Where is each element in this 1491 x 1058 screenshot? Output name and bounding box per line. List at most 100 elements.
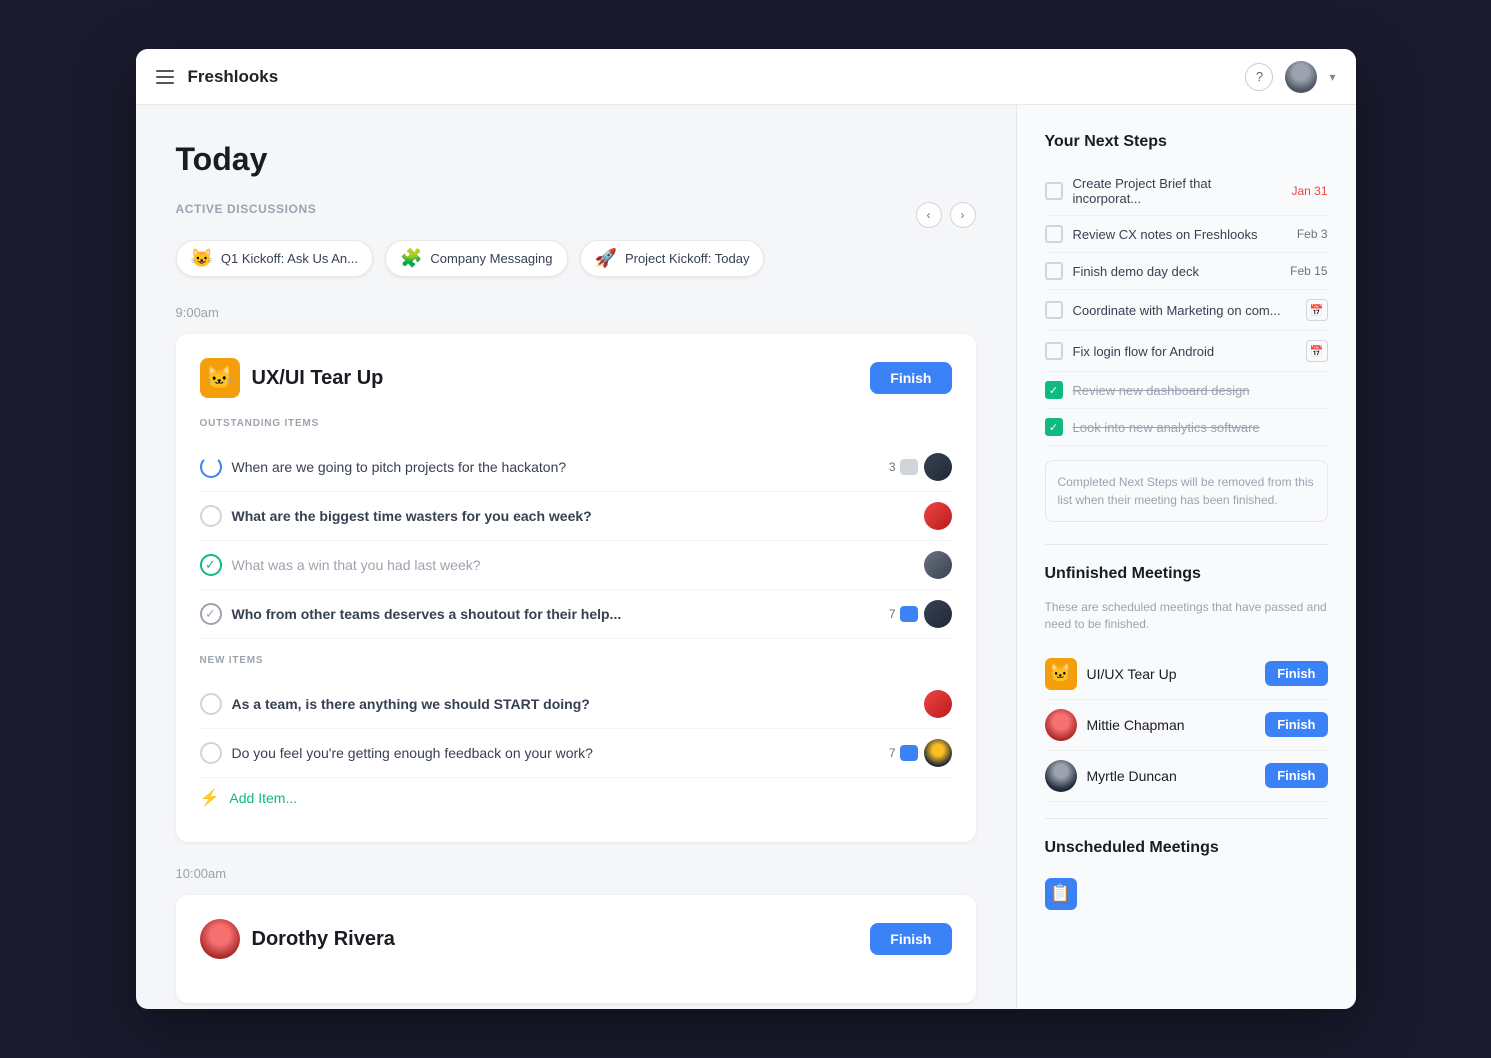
add-item-label: Add Item...: [229, 790, 297, 806]
unfinished-name-1: UI/UX Tear Up: [1087, 666, 1256, 682]
next-step-date-2: Feb 3: [1297, 227, 1328, 241]
next-step-5: Fix login flow for Android 📅: [1045, 331, 1328, 372]
item-check-3[interactable]: ✓: [200, 554, 222, 576]
next-step-check-3[interactable]: [1045, 262, 1063, 280]
comment-count-4: 7: [889, 606, 918, 622]
nav-next[interactable]: ›: [950, 202, 976, 228]
add-item-icon: ⚡: [200, 788, 220, 808]
next-step-6: ✓ Review new dashboard design: [1045, 372, 1328, 409]
unfinished-item-2: Mittie Chapman Finish: [1045, 700, 1328, 751]
discussion-title-3: Project Kickoff: Today: [625, 251, 750, 266]
next-step-check-7[interactable]: ✓: [1045, 418, 1063, 436]
next-step-date-1: Jan 31: [1291, 184, 1327, 198]
agenda-item-1: When are we going to pitch projects for …: [200, 443, 952, 492]
meeting-card-2: Dorothy Rivera Finish: [176, 895, 976, 1003]
agenda-item-6: Do you feel you're getting enough feedba…: [200, 729, 952, 778]
item-check-4[interactable]: ✓: [200, 603, 222, 625]
header: Freshlooks ? ▾: [136, 49, 1356, 105]
add-item-row[interactable]: ⚡ Add Item...: [200, 778, 952, 818]
unfinished-name-2: Mittie Chapman: [1087, 717, 1256, 733]
app-logo: Freshlooks: [188, 67, 1246, 87]
comment-count-1: 3: [889, 459, 918, 475]
agenda-item-3: ✓ What was a win that you had last week?: [200, 541, 952, 590]
completed-note: Completed Next Steps will be removed fro…: [1045, 460, 1328, 522]
comment-bubble-1: [900, 459, 918, 475]
next-step-1: Create Project Brief that incorporat... …: [1045, 167, 1328, 216]
finish-button-2[interactable]: Finish: [870, 923, 951, 955]
meeting-name-2: Dorothy Rivera: [252, 928, 395, 951]
meeting-title-area-2: Dorothy Rivera: [200, 919, 395, 959]
item-meta-4: 7: [889, 600, 952, 628]
agenda-item-4: ✓ Who from other teams deserves a shouto…: [200, 590, 952, 639]
item-check-1[interactable]: [200, 456, 222, 478]
discussion-emoji-3: 🚀: [595, 248, 617, 269]
unfinished-finish-1[interactable]: Finish: [1265, 661, 1327, 686]
meeting-title-area-1: 🐱 UX/UI Tear Up: [200, 358, 384, 398]
next-step-check-2[interactable]: [1045, 225, 1063, 243]
meeting-card-1: 🐱 UX/UI Tear Up Finish OUTSTANDING ITEMS…: [176, 334, 976, 842]
next-step-check-4[interactable]: [1045, 301, 1063, 319]
time-label-9am: 9:00am: [176, 305, 976, 320]
unscheduled-title: Unscheduled Meetings: [1045, 839, 1328, 857]
menu-icon[interactable]: [156, 70, 174, 84]
time-label-10am: 10:00am: [176, 866, 976, 881]
unfinished-finish-2[interactable]: Finish: [1265, 712, 1327, 737]
discussion-emoji-1: 😺: [191, 248, 213, 269]
item-check-2[interactable]: [200, 505, 222, 527]
item-avatar-1: [924, 453, 952, 481]
discussion-chip-2[interactable]: 🧩 Company Messaging: [385, 240, 568, 277]
next-step-2: Review CX notes on Freshlooks Feb 3: [1045, 216, 1328, 253]
item-meta-6: 7: [889, 739, 952, 767]
comment-bubble-4: [900, 606, 918, 622]
item-avatar-4: [924, 600, 952, 628]
item-meta-2: [924, 502, 952, 530]
discussion-title-1: Q1 Kickoff: Ask Us An...: [221, 251, 358, 266]
comment-count-6: 7: [889, 745, 918, 761]
right-panel: Your Next Steps Create Project Brief tha…: [1016, 105, 1356, 1009]
item-avatar-5: [924, 690, 952, 718]
main-content: Today Active Discussions ‹ › 😺 Q1 Kickof…: [136, 105, 1356, 1009]
unfinished-avatar-3: [1045, 760, 1077, 792]
item-text-2: What are the biggest time wasters for yo…: [232, 508, 914, 524]
calendar-icon-5: 📅: [1306, 340, 1328, 362]
discussion-nav: ‹ ›: [916, 202, 976, 228]
meeting-name-1: UX/UI Tear Up: [252, 367, 384, 390]
header-actions: ? ▾: [1245, 61, 1335, 93]
app-window: Freshlooks ? ▾ Today Active Discussions …: [136, 49, 1356, 1009]
discussions-section: Active Discussions ‹ ›: [176, 202, 976, 228]
meeting-emoji-1: 🐱: [200, 358, 240, 398]
help-button[interactable]: ?: [1245, 63, 1273, 91]
next-step-text-3: Finish demo day deck: [1073, 264, 1281, 279]
next-step-date-3: Feb 15: [1290, 264, 1327, 278]
discussions-label: Active Discussions: [176, 202, 317, 216]
item-text-4: Who from other teams deserves a shoutout…: [232, 606, 879, 622]
unfinished-title: Unfinished Meetings: [1045, 565, 1328, 583]
nav-prev[interactable]: ‹: [916, 202, 942, 228]
next-step-check-5[interactable]: [1045, 342, 1063, 360]
unfinished-finish-3[interactable]: Finish: [1265, 763, 1327, 788]
item-check-5[interactable]: [200, 693, 222, 715]
agenda-item-2: What are the biggest time wasters for yo…: [200, 492, 952, 541]
next-step-7: ✓ Look into new analytics software: [1045, 409, 1328, 446]
divider-2: [1045, 818, 1328, 819]
item-text-6: Do you feel you're getting enough feedba…: [232, 745, 879, 761]
finish-button-1[interactable]: Finish: [870, 362, 951, 394]
next-step-text-6: Review new dashboard design: [1073, 383, 1328, 398]
next-step-3: Finish demo day deck Feb 15: [1045, 253, 1328, 290]
left-panel: Today Active Discussions ‹ › 😺 Q1 Kickof…: [136, 105, 1016, 1009]
next-step-check-1[interactable]: [1045, 182, 1063, 200]
unscheduled-item-1: 📋: [1045, 869, 1328, 919]
item-text-1: When are we going to pitch projects for …: [232, 459, 879, 475]
user-avatar[interactable]: [1285, 61, 1317, 93]
next-step-check-6[interactable]: ✓: [1045, 381, 1063, 399]
user-menu-chevron[interactable]: ▾: [1329, 70, 1335, 84]
discussion-chip-1[interactable]: 😺 Q1 Kickoff: Ask Us An...: [176, 240, 373, 277]
item-meta-3: [924, 551, 952, 579]
item-text-3: What was a win that you had last week?: [232, 557, 914, 573]
next-step-4: Coordinate with Marketing on com... 📅: [1045, 290, 1328, 331]
item-avatar-6: [924, 739, 952, 767]
item-check-6[interactable]: [200, 742, 222, 764]
next-steps-title: Your Next Steps: [1045, 133, 1328, 151]
discussion-chip-3[interactable]: 🚀 Project Kickoff: Today: [580, 240, 765, 277]
meeting-card-header-1: 🐱 UX/UI Tear Up Finish: [200, 358, 952, 398]
